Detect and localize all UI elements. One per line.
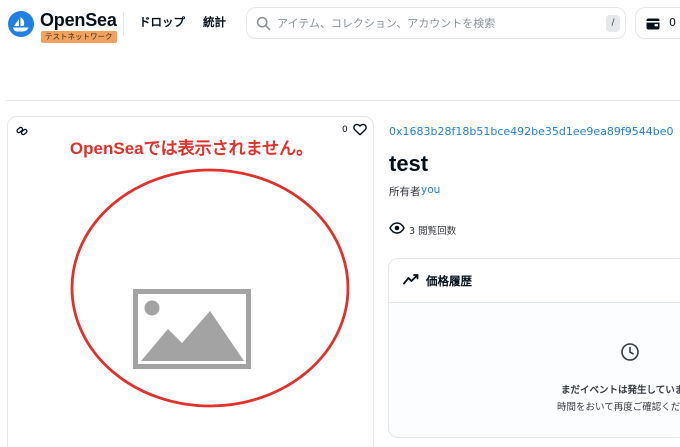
- testnet-badge: テストネットワーク: [41, 31, 117, 43]
- nav-stats-link[interactable]: 統計: [203, 14, 226, 30]
- wallet-button[interactable]: 0 E: [635, 7, 680, 39]
- image-placeholder-area: [70, 168, 350, 408]
- search-bar[interactable]: /: [246, 7, 626, 39]
- item-title: test: [389, 151, 429, 176]
- search-icon: [256, 16, 271, 31]
- wallet-balance: 0 E: [669, 16, 680, 29]
- empty-state-heading: まだイベントは発生していま: [561, 385, 680, 396]
- owner-link[interactable]: you: [421, 184, 440, 196]
- page-divider: [6, 100, 680, 101]
- search-input[interactable]: [277, 13, 577, 33]
- empty-state-subtext: 時間をおいて再度ご確認くださ: [557, 402, 680, 413]
- wallet-icon: [646, 18, 660, 30]
- owner-label: 所有者: [389, 186, 421, 198]
- item-media-card: 0 OpenSeaでは表示されません。: [7, 116, 374, 447]
- clock-icon: [621, 343, 639, 361]
- trending-up-icon: [403, 274, 419, 285]
- search-shortcut-key: /: [606, 15, 620, 32]
- price-history-header[interactable]: 価格履歴: [389, 259, 680, 303]
- eye-icon: [389, 222, 405, 234]
- opensea-logo-icon[interactable]: [8, 11, 34, 37]
- top-header: OpenSea テストネットワーク ドロップ 統計 / 0 E: [0, 0, 680, 48]
- header-divider: [123, 12, 124, 36]
- price-history-panel: 価格履歴 まだイベントは発生していま 時間をおいて再度ご確認くださ: [388, 258, 680, 438]
- nav-drops-link[interactable]: ドロップ: [139, 14, 185, 30]
- view-count: 3 閲覧回数: [409, 226, 457, 237]
- brand-name[interactable]: OpenSea: [40, 10, 117, 31]
- image-placeholder-icon: [133, 289, 251, 369]
- price-history-title: 価格履歴: [426, 274, 472, 288]
- contract-address-link[interactable]: 0x1683b28f18b51bce492be35d1ee9ea89f9544b…: [389, 125, 674, 138]
- annotation-circle: [70, 168, 350, 408]
